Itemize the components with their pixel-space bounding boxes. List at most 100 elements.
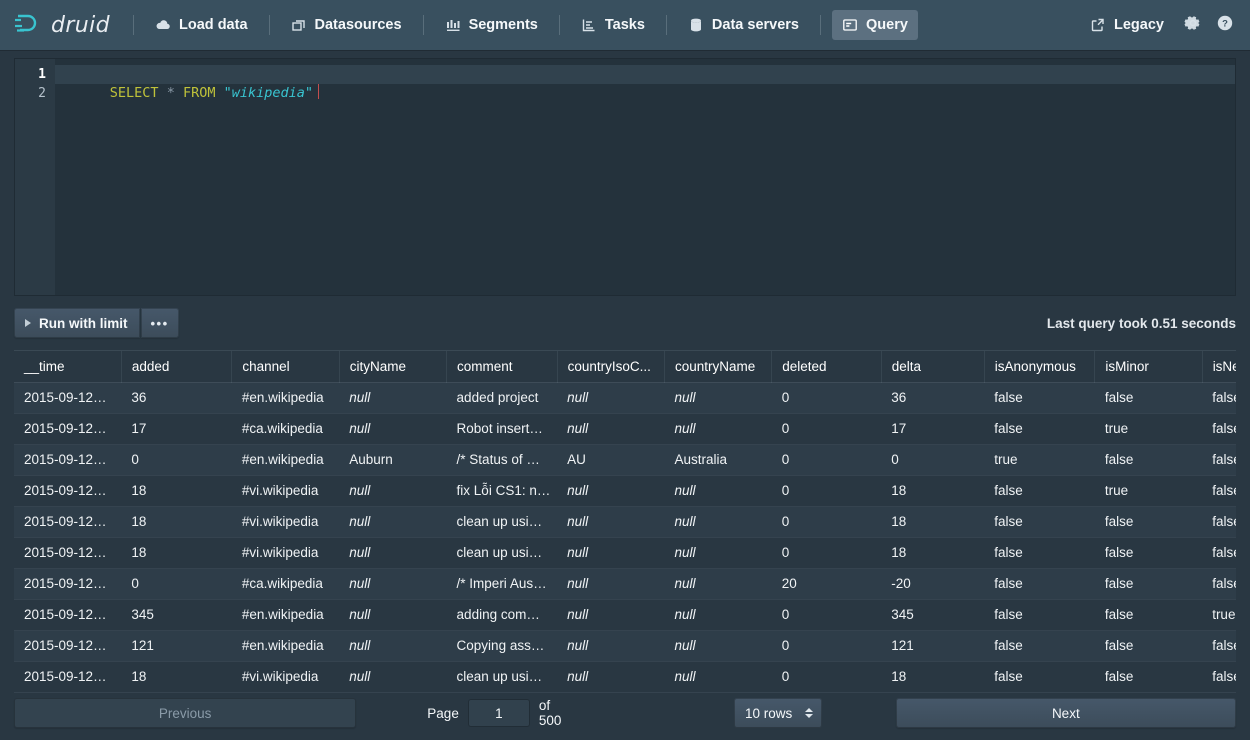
nav-item-segments[interactable]: Segments bbox=[435, 10, 548, 40]
help-button[interactable]: ? bbox=[1210, 10, 1240, 40]
share-external-icon bbox=[1090, 17, 1106, 33]
table-cell: AU bbox=[557, 444, 664, 475]
navbar-right-actions: Legacy ? bbox=[1078, 0, 1240, 50]
column-header-countryname[interactable]: countryName bbox=[664, 351, 771, 382]
table-cell: false bbox=[1202, 661, 1236, 692]
table-cell: false bbox=[984, 382, 1095, 413]
nav-divider-3 bbox=[423, 15, 424, 35]
table-cell: adding com… bbox=[447, 599, 558, 630]
column-header-comment[interactable]: comment bbox=[447, 351, 558, 382]
column-header-isanonymous[interactable]: isAnonymous bbox=[984, 351, 1095, 382]
table-cell: 0 bbox=[772, 506, 881, 537]
table-row[interactable]: 2015-09-12…121#en.wikipedianullCopying a… bbox=[14, 630, 1236, 661]
table-cell: null bbox=[339, 568, 446, 599]
editor-line-1[interactable]: SELECT * FROM "wikipedia" bbox=[55, 65, 1235, 84]
column-header-added[interactable]: added bbox=[121, 351, 232, 382]
table-cell: 0 bbox=[881, 444, 984, 475]
table-cell: 2015-09-12… bbox=[14, 475, 121, 506]
table-cell: 36 bbox=[121, 382, 232, 413]
table-cell: false bbox=[1202, 630, 1236, 661]
editor-line-2[interactable] bbox=[55, 84, 1235, 103]
pagination-bar: Previous Page of 500 10 rows Next bbox=[14, 698, 1236, 728]
table-cell: false bbox=[984, 630, 1095, 661]
column-header-cityname[interactable]: cityName bbox=[339, 351, 446, 382]
previous-page-button[interactable]: Previous bbox=[14, 698, 356, 728]
column-header-delta[interactable]: delta bbox=[881, 351, 984, 382]
nav-item-label: Datasources bbox=[315, 17, 402, 33]
table-cell: 0 bbox=[772, 382, 881, 413]
column-header-time[interactable]: __time bbox=[14, 351, 121, 382]
table-cell: 345 bbox=[881, 599, 984, 630]
table-cell: 2015-09-12… bbox=[14, 599, 121, 630]
table-cell: 18 bbox=[121, 537, 232, 568]
next-page-button[interactable]: Next bbox=[896, 698, 1236, 728]
table-cell: #ca.wikipedia bbox=[232, 568, 339, 599]
table-cell: /* Imperi Aus… bbox=[447, 568, 558, 599]
table-row[interactable]: 2015-09-12…0#en.wikipediaAuburn/* Status… bbox=[14, 444, 1236, 475]
table-cell: false bbox=[1095, 382, 1202, 413]
table-cell: null bbox=[557, 630, 664, 661]
table-cell: false bbox=[984, 568, 1095, 599]
nav-item-datasources[interactable]: Datasources bbox=[281, 10, 412, 40]
table-cell: Copying ass… bbox=[447, 630, 558, 661]
caret-up-icon bbox=[805, 708, 813, 712]
table-cell: #vi.wikipedia bbox=[232, 475, 339, 506]
table-row[interactable]: 2015-09-12…345#en.wikipedianulladding co… bbox=[14, 599, 1236, 630]
nav-item-query[interactable]: Query bbox=[832, 10, 918, 40]
column-header-isnew[interactable]: isNew bbox=[1202, 351, 1236, 382]
table-cell: 2015-09-12… bbox=[14, 630, 121, 661]
table-cell: 0 bbox=[772, 413, 881, 444]
table-cell: 36 bbox=[881, 382, 984, 413]
table-cell: 18 bbox=[121, 475, 232, 506]
table-cell: false bbox=[984, 661, 1095, 692]
previous-page-label: Previous bbox=[159, 706, 212, 721]
run-with-limit-button[interactable]: Run with limit bbox=[14, 308, 140, 338]
table-cell: null bbox=[557, 537, 664, 568]
table-row[interactable]: 2015-09-12…18#vi.wikipedianullclean up u… bbox=[14, 506, 1236, 537]
table-cell: clean up usi… bbox=[447, 537, 558, 568]
table-row[interactable]: 2015-09-12…0#ca.wikipedianull/* Imperi A… bbox=[14, 568, 1236, 599]
settings-button[interactable] bbox=[1178, 10, 1208, 40]
table-cell: false bbox=[1202, 568, 1236, 599]
gear-icon bbox=[1184, 14, 1202, 37]
table-row[interactable]: 2015-09-12…18#vi.wikipedianullclean up u… bbox=[14, 537, 1236, 568]
table-cell: 17 bbox=[881, 413, 984, 444]
table-cell: 0 bbox=[121, 568, 232, 599]
table-cell: #en.wikipedia bbox=[232, 382, 339, 413]
column-header-isminor[interactable]: isMinor bbox=[1095, 351, 1202, 382]
line-number: 1 bbox=[15, 65, 55, 84]
next-page-label: Next bbox=[1052, 706, 1080, 721]
brand-logo[interactable]: druid bbox=[12, 10, 124, 41]
run-more-options-button[interactable]: ••• bbox=[141, 308, 179, 338]
more-icon: ••• bbox=[151, 317, 169, 330]
column-header-countryisocode[interactable]: countryIsoC... bbox=[557, 351, 664, 382]
table-row[interactable]: 2015-09-12…18#vi.wikipedianullclean up u… bbox=[14, 661, 1236, 692]
column-header-channel[interactable]: channel bbox=[232, 351, 339, 382]
table-cell: false bbox=[1095, 568, 1202, 599]
table-row[interactable]: 2015-09-12…36#en.wikipedianulladded proj… bbox=[14, 382, 1236, 413]
nav-item-data-servers[interactable]: Data servers bbox=[678, 10, 809, 40]
table-cell: fix Lỗi CS1: n… bbox=[447, 475, 558, 506]
nav-item-tasks[interactable]: Tasks bbox=[571, 10, 655, 40]
table-cell: false bbox=[1202, 475, 1236, 506]
table-row[interactable]: 2015-09-12…18#vi.wikipedianullfix Lỗi CS… bbox=[14, 475, 1236, 506]
table-cell: null bbox=[664, 382, 771, 413]
query-results-table[interactable]: __time added channel cityName comment co… bbox=[14, 350, 1236, 718]
nav-item-label: Query bbox=[866, 17, 908, 33]
table-cell: true bbox=[1095, 413, 1202, 444]
editor-code-area[interactable]: SELECT * FROM "wikipedia" bbox=[55, 59, 1235, 295]
table-cell: false bbox=[1095, 599, 1202, 630]
rows-per-page-select[interactable]: 10 rows bbox=[734, 698, 822, 728]
results-table-header: __time added channel cityName comment co… bbox=[14, 351, 1236, 382]
page-number-input[interactable] bbox=[468, 699, 530, 727]
nav-item-load-data[interactable]: Load data bbox=[145, 10, 257, 40]
rows-per-page-label: 10 rows bbox=[745, 706, 792, 721]
table-cell: false bbox=[1202, 382, 1236, 413]
table-cell: 17 bbox=[121, 413, 232, 444]
nav-item-legacy[interactable]: Legacy bbox=[1080, 10, 1174, 40]
application-icon bbox=[842, 17, 858, 33]
table-row[interactable]: 2015-09-12…17#ca.wikipedianullRobot inse… bbox=[14, 413, 1236, 444]
sql-editor[interactable]: 1 2 SELECT * FROM "wikipedia" bbox=[14, 58, 1236, 296]
nav-item-label: Tasks bbox=[605, 17, 645, 33]
column-header-deleted[interactable]: deleted bbox=[772, 351, 881, 382]
